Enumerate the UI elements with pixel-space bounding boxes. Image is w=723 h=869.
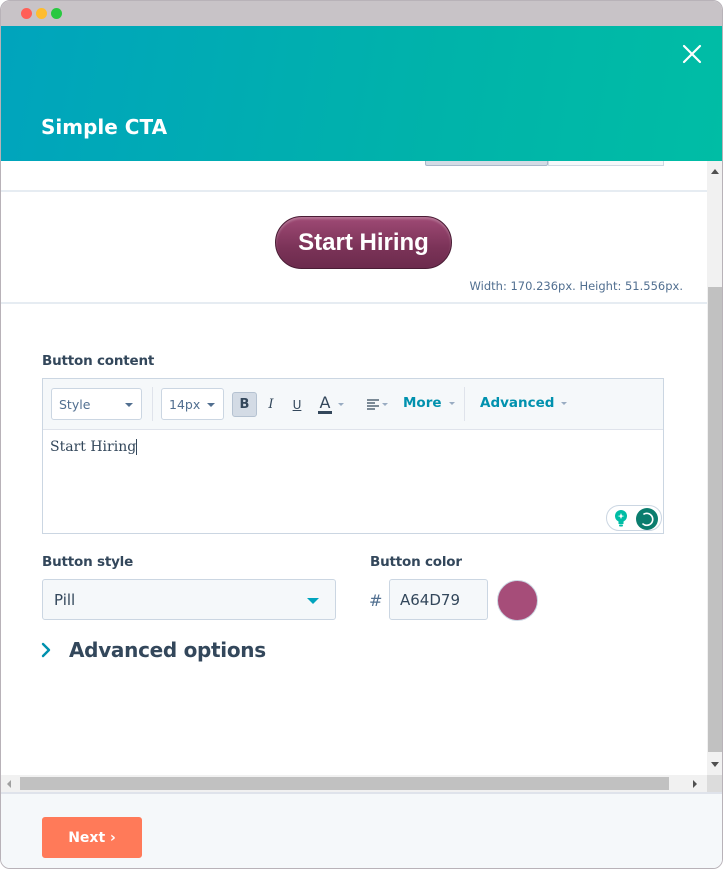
vertical-scrollbar[interactable] <box>707 161 722 775</box>
editor-toolbar: Style 14px B I U A More Advanced <box>43 379 663 430</box>
italic-button[interactable]: I <box>261 392 281 417</box>
cta-dimensions: Width: 170.236px. Height: 51.556px. <box>469 279 683 293</box>
chevron-down-icon <box>338 403 345 406</box>
close-icon <box>682 44 702 64</box>
button-color-label: Button color <box>370 554 462 570</box>
scroll-right-arrow-icon[interactable] <box>693 780 697 788</box>
vertical-scroll-thumb[interactable] <box>708 287 722 752</box>
align-button[interactable] <box>363 392 391 417</box>
chevron-down-icon <box>125 403 133 407</box>
modal-title: Simple CTA <box>41 115 168 139</box>
font-size-value: 14px <box>169 396 201 412</box>
align-left-icon <box>366 399 379 410</box>
view-toggle-tabs <box>425 161 664 166</box>
button-color-input[interactable]: A64D79 <box>389 579 488 620</box>
horizontal-scrollbar[interactable] <box>1 775 707 792</box>
cta-preview-button[interactable]: Start Hiring <box>275 216 452 269</box>
window-close-control[interactable] <box>21 8 32 19</box>
scroll-up-arrow-icon[interactable] <box>711 169 719 174</box>
scrollbar-corner <box>707 775 722 792</box>
text-color-icon: A <box>317 393 333 414</box>
horizontal-scroll-thumb[interactable] <box>20 777 669 790</box>
editor-content[interactable]: Start Hiring <box>50 439 138 455</box>
cta-preview: Start Hiring Width: 170.236px. Height: 5… <box>1 192 707 303</box>
chevron-down-icon <box>381 403 388 406</box>
chevron-right-icon <box>41 642 51 658</box>
close-button[interactable] <box>680 42 704 66</box>
caret-down-icon <box>307 598 319 604</box>
window-maximize-control[interactable] <box>51 8 62 19</box>
font-size-select[interactable]: 14px <box>161 388 224 420</box>
assistant-icon[interactable] <box>636 508 658 530</box>
app-window: Simple CTA Start Hiring Width: 170.236px… <box>0 0 723 869</box>
lightbulb-icon[interactable] <box>614 510 628 527</box>
chevron-down-icon <box>561 401 568 405</box>
window-minimize-control[interactable] <box>36 8 47 19</box>
color-swatch[interactable] <box>497 580 538 621</box>
button-content-label: Button content <box>42 353 155 369</box>
advanced-options-label: Advanced options <box>69 638 266 662</box>
divider <box>1 302 707 304</box>
editor-text: Start Hiring <box>50 439 137 455</box>
hash-symbol: # <box>369 591 383 610</box>
bold-button[interactable]: B <box>232 392 257 417</box>
toolbar-separator <box>152 387 153 421</box>
text-cursor <box>136 439 138 455</box>
underline-button[interactable]: U <box>287 392 307 417</box>
style-select-value: Style <box>59 396 91 412</box>
scroll-left-arrow-icon[interactable] <box>7 780 11 788</box>
chevron-down-icon <box>207 403 215 407</box>
button-style-label: Button style <box>42 554 134 570</box>
view-tab-inactive[interactable] <box>548 161 664 166</box>
advanced-label: Advanced <box>480 395 555 411</box>
modal-header: Simple CTA <box>1 26 722 161</box>
more-label: More <box>403 395 442 411</box>
window-titlebar <box>1 1 722 26</box>
button-style-value: Pill <box>54 590 76 609</box>
style-select[interactable]: Style <box>51 388 142 420</box>
modal-footer: Next › <box>1 792 722 868</box>
rich-text-editor: Style 14px B I U A More Advanced Start H… <box>42 378 664 534</box>
ai-assist-pill <box>606 505 662 531</box>
toolbar-separator <box>464 387 465 421</box>
advanced-options-toggle[interactable]: Advanced options <box>39 638 266 662</box>
advanced-menu-button[interactable]: Advanced <box>480 395 568 411</box>
next-button[interactable]: Next › <box>42 817 142 858</box>
button-style-dropdown[interactable]: Pill <box>42 579 336 620</box>
chevron-down-icon <box>448 401 455 405</box>
scroll-down-arrow-icon[interactable] <box>711 762 719 767</box>
text-color-button[interactable]: A <box>313 392 349 417</box>
more-menu-button[interactable]: More <box>403 395 455 411</box>
view-tab-active[interactable] <box>425 161 548 166</box>
